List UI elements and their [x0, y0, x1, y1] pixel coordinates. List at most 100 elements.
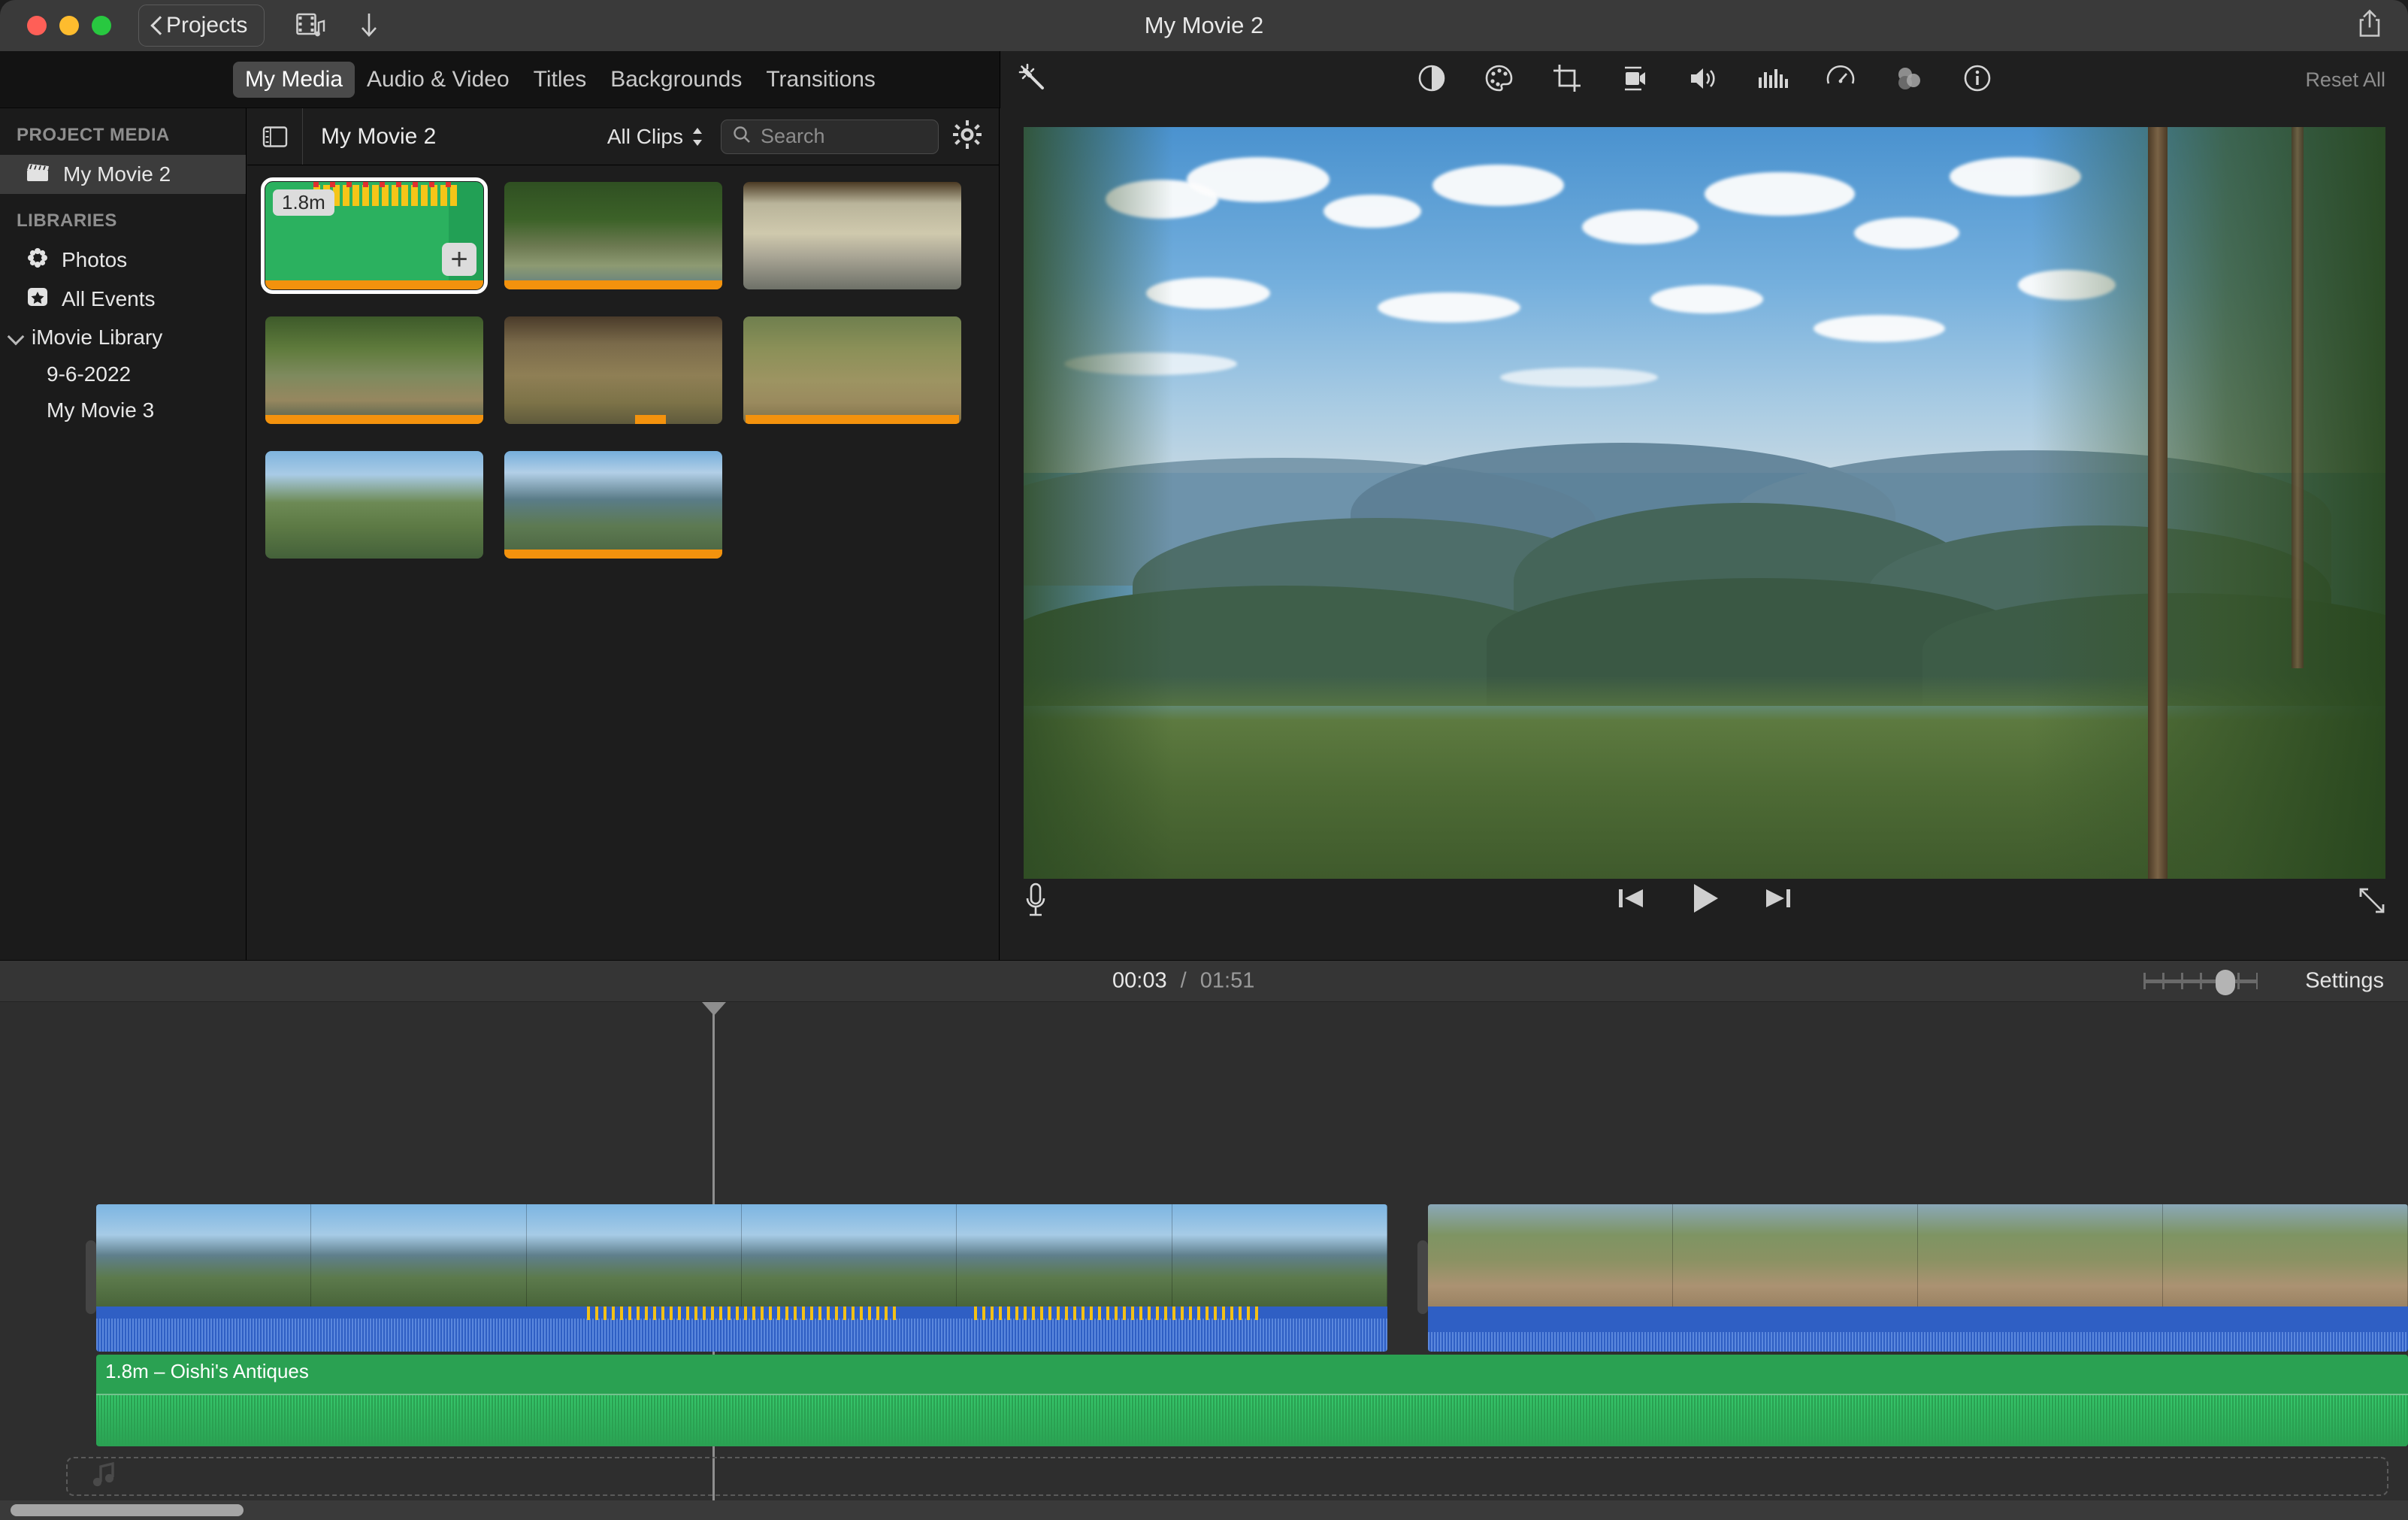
clip-used-bar — [504, 280, 722, 289]
audio-track-waveform — [96, 1395, 2408, 1446]
tab-titles[interactable]: Titles — [522, 62, 599, 98]
color-balance-icon[interactable] — [1416, 62, 1448, 98]
skip-forward-icon[interactable] — [1760, 883, 1795, 918]
star-icon — [26, 285, 50, 314]
video-preview[interactable] — [1024, 127, 2385, 879]
speed-icon[interactable] — [1825, 62, 1856, 98]
tab-audio-video[interactable]: Audio & Video — [355, 62, 522, 98]
clip-thumbnail-river-cascade[interactable] — [265, 316, 483, 424]
title-bar: Projects My Movie 2 — [0, 0, 2408, 51]
close-button[interactable] — [27, 16, 47, 35]
stabilization-icon[interactable] — [1619, 62, 1650, 98]
chevron-down-icon[interactable] — [8, 329, 24, 346]
gear-icon[interactable] — [952, 120, 982, 153]
back-to-projects-button[interactable]: Projects — [138, 5, 265, 47]
clip-filter-label: All Clips — [607, 124, 683, 148]
clip-thumbnail-mountain-vista[interactable] — [265, 451, 483, 559]
current-time: 00:03 — [1112, 968, 1167, 993]
playback-controls — [1000, 880, 2408, 930]
tab-list: My Media Audio & Video Titles Background… — [233, 51, 888, 108]
music-note-icon — [90, 1461, 117, 1493]
sidebar-item-label: Photos — [62, 248, 128, 271]
sidebar-section-project-media: PROJECT MEDIA — [17, 125, 170, 145]
scrollbar-thumb[interactable] — [11, 1504, 244, 1516]
play-icon[interactable] — [1685, 880, 1724, 920]
sidebar: PROJECT MEDIA My Movie 2 LIBRARIES Photo… — [0, 108, 247, 960]
chevron-updown-icon — [691, 126, 704, 148]
chevron-left-icon — [150, 16, 162, 35]
tree-trunk — [2292, 127, 2304, 668]
clip-thumbnail-forest-floor[interactable] — [504, 316, 722, 424]
expand-icon[interactable] — [2356, 885, 2388, 920]
tab-my-media[interactable]: My Media — [233, 62, 355, 98]
info-icon[interactable] — [1962, 62, 1993, 98]
clip-audio-waveform — [96, 1307, 1387, 1352]
timeline[interactable]: 1.8m – Oishi's Antiques — [0, 1002, 2408, 1520]
media-browser: My Movie 2 All Clips Search 1.8m + — [247, 108, 1000, 960]
microphone-icon[interactable] — [1021, 880, 1051, 925]
search-input[interactable]: Search — [721, 119, 939, 154]
clip-grid: 1.8m + — [247, 165, 1000, 559]
sidebar-item-photos[interactable]: Photos — [0, 241, 246, 280]
timeline-zoom-slider[interactable] — [2143, 970, 2258, 995]
sidebar-section-libraries: LIBRARIES — [17, 210, 117, 231]
maximize-button[interactable] — [92, 16, 111, 35]
sidebar-item-my-movie-3[interactable]: My Movie 3 — [0, 392, 246, 428]
add-clip-button[interactable]: + — [442, 243, 476, 276]
download-arrow-icon[interactable] — [358, 11, 380, 40]
sidebar-toggle-icon[interactable] — [247, 108, 303, 165]
horizontal-scrollbar[interactable] — [0, 1500, 2408, 1520]
photos-icon — [26, 246, 50, 275]
clip-used-bar — [504, 550, 722, 559]
total-time: 01:51 — [1199, 968, 1255, 993]
volume-icon[interactable] — [1687, 62, 1720, 98]
timeline-toolbar: 00:03 / 01:51 Settings — [0, 960, 2408, 1002]
tab-transitions[interactable]: Transitions — [754, 62, 888, 98]
adjustment-icon-row — [1416, 62, 1993, 98]
timeline-clip-mountain-vista[interactable] — [96, 1204, 1387, 1352]
back-to-projects-label: Projects — [166, 13, 248, 38]
clip-thumbnail-bush-trail[interactable] — [743, 316, 961, 424]
clip-thumbnail-mountain-valley[interactable] — [504, 451, 722, 559]
search-icon — [732, 125, 752, 148]
tree-trunk — [2148, 127, 2168, 879]
clip-thumbnail-audio[interactable]: 1.8m + — [261, 177, 488, 294]
timeline-settings-button[interactable]: Settings — [2305, 969, 2384, 994]
magic-wand-icon[interactable] — [1017, 62, 1048, 98]
filmstrip — [1428, 1204, 2408, 1307]
clip-filter-dropdown[interactable]: All Clips — [607, 125, 704, 149]
skip-back-icon[interactable] — [1614, 883, 1649, 918]
equalizer-icon[interactable] — [1756, 62, 1789, 98]
tab-backgrounds[interactable]: Backgrounds — [598, 62, 754, 98]
clip-used-bar — [265, 415, 483, 424]
music-dropzone[interactable] — [66, 1457, 2388, 1496]
reset-all-button[interactable]: Reset All — [2305, 68, 2385, 92]
clip-trim-handle-right[interactable] — [1417, 1240, 1428, 1314]
clip-trim-handle-left[interactable] — [86, 1240, 96, 1314]
clip-filter-icon[interactable] — [1892, 62, 1925, 98]
timecode-separator: / — [1180, 968, 1187, 993]
audio-track-label: 1.8m – Oishi's Antiques — [105, 1360, 309, 1382]
film-music-icon[interactable] — [296, 11, 326, 40]
share-icon[interactable] — [2355, 8, 2384, 44]
minimize-button[interactable] — [59, 16, 79, 35]
crop-icon[interactable] — [1551, 62, 1583, 98]
color-correction-icon[interactable] — [1484, 62, 1515, 98]
clip-audio-waveform — [1428, 1307, 2408, 1352]
timeline-audio-track[interactable]: 1.8m – Oishi's Antiques — [96, 1355, 2408, 1446]
sidebar-group-label: iMovie Library — [32, 325, 163, 349]
sidebar-item-event-9-6-2022[interactable]: 9-6-2022 — [0, 356, 246, 392]
sidebar-item-all-events[interactable]: All Events — [0, 280, 246, 319]
sidebar-item-label: All Events — [62, 287, 156, 310]
zoom-slider-knob[interactable] — [2216, 970, 2235, 995]
clip-used-bar — [635, 415, 666, 424]
timeline-clip-bush-trail[interactable] — [1428, 1204, 2408, 1352]
clip-thumbnail-waterfall-rocks[interactable] — [743, 182, 961, 289]
sidebar-group-imovie-library[interactable]: iMovie Library — [0, 319, 246, 356]
viewer-adjust-toolbar: Reset All — [1000, 51, 2408, 108]
clapperboard-icon — [26, 162, 51, 188]
right-tree-canopy — [2031, 127, 2385, 879]
sidebar-item-my-movie-2[interactable]: My Movie 2 — [0, 155, 246, 194]
clip-thumbnail-creek-rocks[interactable] — [504, 182, 722, 289]
left-tree-canopy — [1024, 127, 1174, 879]
